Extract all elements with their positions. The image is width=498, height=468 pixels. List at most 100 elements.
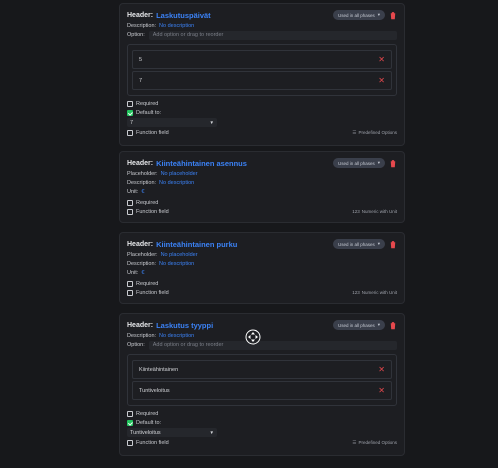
option-label: 5: [139, 56, 143, 63]
option-item[interactable]: 5 ✕: [132, 50, 392, 69]
option-input[interactable]: Add option or drag to reorder: [148, 340, 397, 350]
required-checkbox[interactable]: Required: [127, 409, 397, 418]
description-key: Description:: [127, 179, 157, 186]
placeholder-key: Placeholder:: [127, 170, 158, 177]
predefined-options-label: Predefined Options: [358, 440, 397, 445]
required-label: Required: [136, 100, 159, 107]
required-label: Required: [136, 199, 159, 206]
header-label: Header:: [127, 240, 154, 248]
description-key: Description:: [127, 22, 157, 29]
move-cursor-icon: [245, 329, 261, 345]
function-field-checkbox[interactable]: Function field: [127, 128, 169, 137]
header-title[interactable]: Laskutus tyyppi: [156, 321, 213, 330]
trash-icon[interactable]: [389, 240, 397, 249]
placeholder-value[interactable]: No placeholder: [161, 171, 198, 177]
list-icon: ☰: [352, 129, 357, 135]
close-icon[interactable]: ✕: [378, 365, 385, 374]
trash-icon[interactable]: [389, 321, 397, 330]
phase-label: Used in all phases: [337, 160, 375, 166]
header-label: Header:: [127, 321, 154, 329]
options-list: Kiinteähintainen ✕ Tuntiveloitus ✕: [127, 354, 397, 406]
unit-row: Unit: €: [127, 187, 397, 196]
option-item[interactable]: Tuntiveloitus ✕: [132, 381, 392, 400]
close-icon[interactable]: ✕: [378, 386, 385, 395]
default-select[interactable]: Tuntiveloitus ▼: [127, 428, 217, 437]
checkbox-icon: [127, 439, 133, 446]
phase-dropdown[interactable]: Used in all phases ▾: [332, 158, 385, 168]
numeric-icon: 123: [352, 290, 360, 295]
default-checkbox[interactable]: Default to:: [127, 108, 397, 117]
placeholder-value[interactable]: No placeholder: [161, 252, 198, 258]
header-title[interactable]: Kiinteähintainen asennus: [156, 159, 247, 168]
description-value[interactable]: No description: [159, 23, 194, 29]
function-field-label: Function field: [136, 289, 169, 296]
chevron-down-icon: ▾: [377, 322, 380, 327]
field-card: Header: Kiinteähintainen purku Used in a…: [119, 232, 405, 304]
field-card: Header: Laskutuspäivät Used in all phase…: [119, 3, 405, 146]
header-title[interactable]: Kiinteähintainen purku: [156, 240, 237, 249]
checkbox-icon: [127, 289, 133, 296]
checkbox-icon: [127, 199, 133, 206]
phase-dropdown[interactable]: Used in all phases ▾: [332, 10, 385, 20]
description-row: Description: No description: [127, 21, 397, 30]
phase-label: Used in all phases: [337, 322, 375, 328]
chevron-down-icon: ▾: [377, 241, 380, 246]
predefined-options-link[interactable]: ☰ Predefined Options: [352, 440, 397, 446]
chevron-down-icon: ▼: [209, 430, 214, 435]
description-value[interactable]: No description: [159, 261, 194, 267]
close-icon[interactable]: ✕: [378, 55, 385, 64]
close-icon[interactable]: ✕: [378, 76, 385, 85]
checkbox-icon: [127, 280, 133, 287]
unit-value[interactable]: €: [141, 270, 144, 276]
phase-label: Used in all phases: [337, 241, 375, 247]
trash-icon[interactable]: [389, 159, 397, 168]
function-field-checkbox[interactable]: Function field: [127, 438, 169, 447]
option-item[interactable]: 7 ✕: [132, 71, 392, 90]
option-item[interactable]: Kiinteähintainen ✕: [132, 360, 392, 379]
checkbox-checked-icon: [127, 109, 133, 116]
function-field-label: Function field: [136, 129, 169, 136]
checkbox-icon: [127, 129, 133, 136]
option-label: Kiinteähintainen: [139, 366, 179, 373]
description-value[interactable]: No description: [159, 333, 194, 339]
function-field-checkbox[interactable]: Function field: [127, 288, 169, 297]
numeric-icon: 123: [352, 209, 360, 214]
numeric-with-unit-label: Numeric with Unit: [361, 290, 397, 295]
default-label: Default to:: [136, 109, 162, 116]
chevron-down-icon: ▾: [377, 160, 380, 165]
required-checkbox[interactable]: Required: [127, 198, 397, 207]
default-select-value: Tuntiveloitus: [130, 429, 161, 436]
card-header: Header: Laskutuspäivät Used in all phase…: [127, 9, 397, 21]
card-header: Header: Kiinteähintainen purku Used in a…: [127, 238, 397, 250]
default-select[interactable]: 7 ▼: [127, 118, 217, 127]
default-label: Default to:: [136, 419, 162, 426]
numeric-with-unit-link[interactable]: 123 Numeric with Unit: [352, 209, 397, 214]
trash-icon[interactable]: [389, 11, 397, 20]
list-icon: ☰: [352, 439, 357, 445]
description-value[interactable]: No description: [159, 180, 194, 186]
required-checkbox[interactable]: Required: [127, 99, 397, 108]
placeholder-row: Placeholder: No placeholder: [127, 169, 397, 178]
required-label: Required: [136, 410, 159, 417]
header-title[interactable]: Laskutuspäivät: [156, 11, 211, 20]
function-field-label: Function field: [136, 208, 169, 215]
predefined-options-link[interactable]: ☰ Predefined Options: [352, 130, 397, 136]
default-select-value: 7: [130, 119, 134, 126]
unit-value[interactable]: €: [141, 189, 144, 195]
default-checkbox[interactable]: Default to:: [127, 418, 397, 427]
chevron-down-icon: ▾: [377, 12, 380, 17]
required-checkbox[interactable]: Required: [127, 279, 397, 288]
option-input[interactable]: Add option or drag to reorder: [148, 30, 397, 40]
phase-dropdown[interactable]: Used in all phases ▾: [332, 239, 385, 249]
phase-dropdown[interactable]: Used in all phases ▾: [332, 320, 385, 330]
checkbox-icon: [127, 208, 133, 215]
description-key: Description:: [127, 260, 157, 267]
description-key: Description:: [127, 332, 157, 339]
function-field-checkbox[interactable]: Function field: [127, 207, 169, 216]
function-field-label: Function field: [136, 439, 169, 446]
checkbox-icon: [127, 410, 133, 417]
option-label: 7: [139, 77, 143, 84]
header-label: Header:: [127, 159, 154, 167]
numeric-with-unit-link[interactable]: 123 Numeric with Unit: [352, 290, 397, 295]
description-row: Description: No description: [127, 259, 397, 268]
